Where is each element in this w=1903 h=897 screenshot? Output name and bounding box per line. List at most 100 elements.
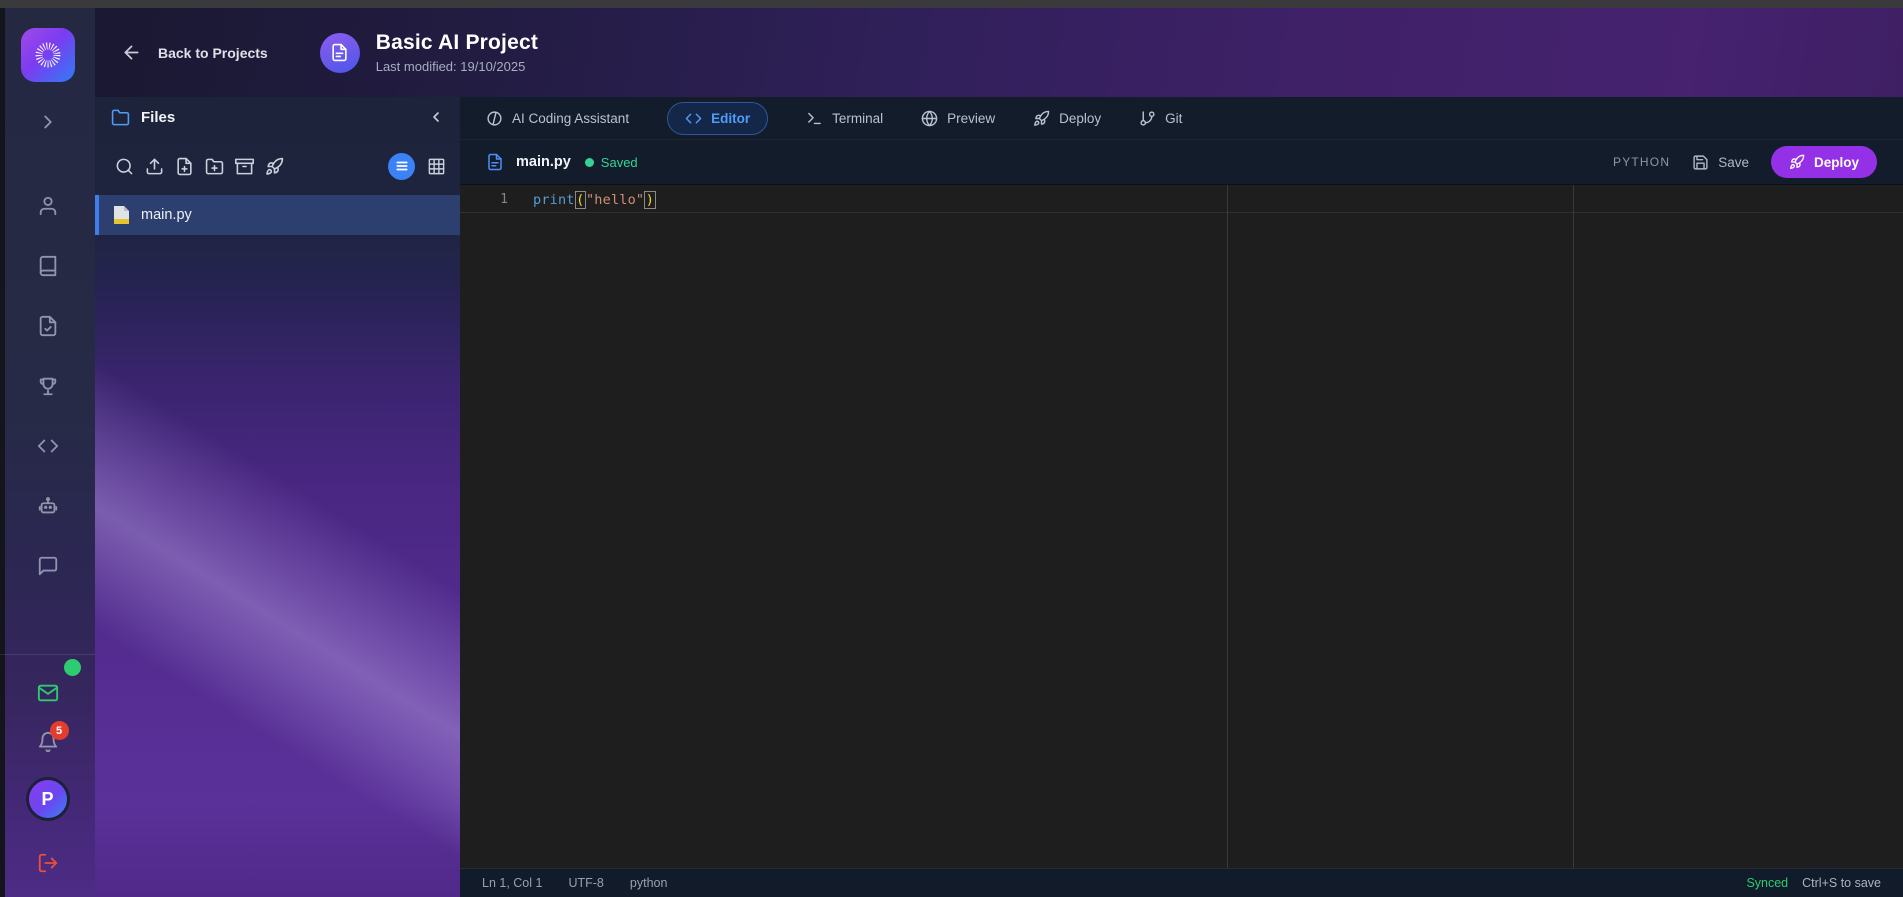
ai-assistant-icon: [486, 110, 503, 127]
editor-ruler-120: [1573, 185, 1574, 868]
tab-ai-coding-assistant[interactable]: AI Coding Assistant: [486, 110, 629, 127]
project-icon: [320, 33, 360, 73]
user-icon: [37, 195, 59, 217]
tab-label: Terminal: [832, 111, 883, 126]
app-window: 5 P Back to Projects Basic AI Project: [0, 0, 1903, 897]
chat-icon: [37, 555, 59, 577]
app-logo[interactable]: [21, 28, 75, 82]
grid-icon: [427, 157, 446, 176]
sidebar-item-chat[interactable]: [28, 546, 68, 586]
globe-icon: [921, 110, 938, 127]
sidebar-item-assignments[interactable]: [28, 306, 68, 346]
project-header: Back to Projects Basic AI Project Last m…: [95, 8, 1903, 97]
rocket-icon: [265, 157, 284, 176]
editor-toolbar: main.py Saved PYTHON Save: [460, 140, 1903, 185]
code-open-paren: (: [575, 191, 586, 209]
logo-swirl-icon: [31, 38, 65, 72]
python-file-icon: [113, 205, 130, 225]
tab-git[interactable]: Git: [1139, 110, 1182, 127]
notification-badge: 5: [50, 721, 69, 740]
sidebar-item-achievements[interactable]: [28, 366, 68, 406]
saved-status-label: Saved: [601, 155, 638, 170]
code-text: print("hello"): [533, 192, 656, 208]
file-plus-icon: [175, 157, 194, 176]
deploy-files-button[interactable]: [259, 151, 289, 181]
window-top-strip: [0, 0, 1903, 8]
rocket-icon: [1789, 154, 1805, 170]
deploy-button[interactable]: Deploy: [1771, 146, 1877, 178]
project-last-modified: Last modified: 19/10/2025: [376, 59, 538, 74]
tab-editor[interactable]: Editor: [667, 102, 768, 135]
sidebar-item-ai-bot[interactable]: [28, 486, 68, 526]
file-row-main-py[interactable]: main.py: [95, 195, 460, 235]
list-icon: [395, 159, 409, 173]
sync-status: Synced: [1746, 876, 1788, 890]
open-file-name: main.py: [516, 154, 571, 170]
back-label: Back to Projects: [158, 45, 268, 61]
upload-icon: [145, 157, 164, 176]
tab-label: AI Coding Assistant: [512, 111, 629, 126]
archive-button[interactable]: [229, 151, 259, 181]
save-button-label: Save: [1718, 155, 1749, 170]
new-file-button[interactable]: [169, 151, 199, 181]
save-icon: [1692, 154, 1709, 171]
code-icon: [685, 110, 702, 127]
archive-icon: [235, 157, 254, 176]
sidebar-expand-button[interactable]: [28, 102, 68, 142]
language-badge: PYTHON: [1613, 155, 1670, 169]
tab-label: Git: [1165, 111, 1182, 126]
git-branch-icon: [1139, 110, 1156, 127]
editor-ruler-80: [1227, 185, 1228, 868]
tab-label: Editor: [711, 111, 750, 126]
files-panel: Files: [95, 97, 460, 897]
new-folder-button[interactable]: [199, 151, 229, 181]
code-keyword: print: [533, 192, 575, 208]
folder-icon: [111, 108, 130, 127]
search-files-button[interactable]: [109, 151, 139, 181]
tab-preview[interactable]: Preview: [921, 110, 995, 127]
code-editor[interactable]: 1 print("hello"): [460, 185, 1903, 868]
search-icon: [115, 157, 134, 176]
language-mode: python: [630, 876, 668, 890]
collapse-panel-button[interactable]: [428, 109, 444, 125]
sidebar-item-profile[interactable]: [28, 186, 68, 226]
list-view-toggle[interactable]: [388, 153, 415, 180]
back-to-projects-button[interactable]: Back to Projects: [121, 42, 268, 63]
logout-button[interactable]: [28, 843, 68, 883]
code-line-1[interactable]: 1 print("hello"): [460, 187, 1903, 213]
save-shortcut-hint: Ctrl+S to save: [1802, 876, 1881, 890]
editor-area: AI Coding Assistant Editor Terminal: [460, 97, 1903, 897]
tab-label: Preview: [947, 111, 995, 126]
sidebar-bottom-group: 5 P: [0, 654, 95, 897]
folder-plus-icon: [205, 157, 224, 176]
tab-terminal[interactable]: Terminal: [806, 110, 883, 127]
terminal-icon: [806, 110, 823, 127]
status-bar: Ln 1, Col 1 UTF-8 python Synced Ctrl+S t…: [460, 868, 1903, 897]
notifications-button[interactable]: 5: [37, 731, 59, 753]
grid-view-toggle[interactable]: [427, 157, 446, 176]
tab-bar: AI Coding Assistant Editor Terminal: [460, 97, 1903, 140]
book-icon: [37, 255, 59, 277]
robot-icon: [37, 495, 59, 517]
file-check-icon: [37, 315, 59, 337]
code-icon: [37, 435, 59, 457]
encoding: UTF-8: [568, 876, 603, 890]
rocket-icon: [1033, 110, 1050, 127]
user-avatar[interactable]: P: [26, 777, 70, 821]
saved-status-dot: [585, 158, 594, 167]
tab-deploy[interactable]: Deploy: [1033, 110, 1101, 127]
chevron-left-icon: [428, 109, 444, 125]
sidebar-item-courses[interactable]: [28, 246, 68, 286]
files-panel-header: Files: [95, 97, 460, 137]
sidebar-item-projects[interactable]: [28, 426, 68, 466]
code-string: "hello": [586, 192, 644, 208]
upload-file-button[interactable]: [139, 151, 169, 181]
icon-sidebar: 5 P: [0, 8, 95, 897]
file-name: main.py: [141, 207, 192, 223]
code-close-paren: ): [644, 191, 655, 209]
save-button[interactable]: Save: [1692, 154, 1749, 171]
logout-icon: [37, 852, 59, 874]
mail-icon: [37, 682, 59, 704]
messages-button[interactable]: [28, 673, 68, 713]
trophy-icon: [37, 375, 59, 397]
